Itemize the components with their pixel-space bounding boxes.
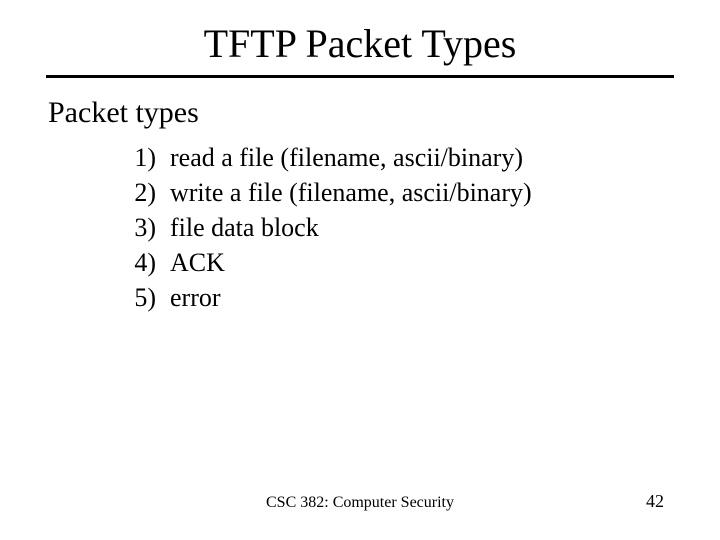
slide: TFTP Packet Types Packet types 1) read a… bbox=[0, 0, 720, 540]
packet-type-list: 1) read a file (filename, ascii/binary) … bbox=[108, 140, 720, 315]
footer-page-number: 42 bbox=[646, 491, 664, 512]
list-item-number: 2) bbox=[108, 175, 170, 210]
list-item: 4) ACK bbox=[108, 245, 720, 280]
list-item-number: 5) bbox=[108, 280, 170, 315]
section-heading: Packet types bbox=[48, 96, 720, 130]
slide-title: TFTP Packet Types bbox=[0, 0, 720, 75]
list-item-number: 4) bbox=[108, 245, 170, 280]
list-item-number: 1) bbox=[108, 140, 170, 175]
list-item-text: read a file (filename, ascii/binary) bbox=[170, 140, 720, 175]
list-item-text: ACK bbox=[170, 245, 720, 280]
footer-course: CSC 382: Computer Security bbox=[0, 494, 720, 512]
title-divider bbox=[46, 75, 674, 78]
list-item: 2) write a file (filename, ascii/binary) bbox=[108, 175, 720, 210]
list-item: 5) error bbox=[108, 280, 720, 315]
list-item: 3) file data block bbox=[108, 210, 720, 245]
list-item-number: 3) bbox=[108, 210, 170, 245]
list-item-text: file data block bbox=[170, 210, 720, 245]
list-item-text: write a file (filename, ascii/binary) bbox=[170, 175, 720, 210]
list-item-text: error bbox=[170, 280, 720, 315]
list-item: 1) read a file (filename, ascii/binary) bbox=[108, 140, 720, 175]
